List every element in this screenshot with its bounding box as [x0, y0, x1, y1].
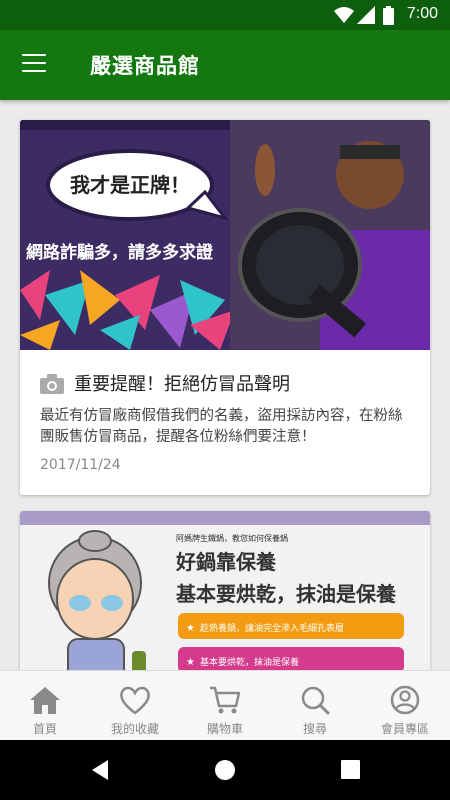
- battery-icon: [383, 6, 394, 25]
- nav-home[interactable]: 首頁: [0, 671, 90, 741]
- status-time: 7:00: [406, 5, 438, 22]
- post-title-row: 重要提醒！拒絕仿冒品聲明: [40, 370, 420, 400]
- nav-account[interactable]: 會員專區: [360, 671, 450, 741]
- system-navigation-bar: [0, 740, 450, 800]
- hamburger-menu-icon[interactable]: [22, 54, 46, 74]
- post-title: 重要提醒！拒絕仿冒品聲明: [74, 374, 290, 395]
- wifi-icon: [334, 7, 354, 23]
- app-bar: 嚴選商品館: [0, 30, 450, 100]
- nav-search[interactable]: 搜尋: [270, 671, 360, 741]
- post-description: 最近有仿冒廠商假借我們的名義，盜用採訪內容，在粉絲團販售仿冒商品，提醒各位粉絲們…: [40, 408, 403, 445]
- nav-cart[interactable]: 購物車: [180, 671, 270, 741]
- home-icon: [30, 687, 60, 714]
- nav-search-label: 搜尋: [302, 722, 327, 736]
- post-card[interactable]: 我才是正牌！ 網路詐騙多，請多多求證 重要提醒！拒絕仿冒品聲明 最近有仿冒廠商假…: [20, 120, 430, 495]
- banner-tip-2: 基本要烘乾，抹油是保養: [200, 656, 299, 668]
- banner-sub-text: 網路詐騙多，請多多求證: [26, 242, 214, 263]
- nav-favorites[interactable]: 我的收藏: [90, 671, 180, 741]
- banner-title-1: 好鍋靠保養: [175, 550, 277, 574]
- nav-cart-label: 購物車: [206, 722, 243, 736]
- heart-icon: [120, 686, 150, 715]
- post-card[interactable]: 阿媽牌生鐵鍋，教您如何保養鍋 好鍋靠保養 基本要烘乾，抹油是保養 ★ 趁熱養鍋，…: [20, 511, 430, 670]
- nav-account-label: 會員專區: [380, 722, 429, 736]
- post-banner-image[interactable]: 阿媽牌生鐵鍋，教您如何保養鍋 好鍋靠保養 基本要烘乾，抹油是保養 ★ 趁熱養鍋，…: [20, 511, 430, 670]
- home-circle-icon[interactable]: [214, 759, 236, 781]
- status-bar: 7:00: [0, 0, 450, 30]
- cart-icon: [210, 686, 241, 714]
- banner-graphic: 阿媽牌生鐵鍋，教您如何保養鍋 好鍋靠保養 基本要烘乾，抹油是保養 ★ 趁熱養鍋，…: [20, 511, 430, 670]
- nav-favorites-label: 我的收藏: [110, 722, 159, 736]
- search-icon: [301, 686, 330, 715]
- post-date: 2017/11/24: [40, 457, 121, 473]
- banner-title-2: 基本要烘乾，抹油是保養: [176, 582, 397, 606]
- app-title: 嚴選商品館: [90, 54, 200, 78]
- recents-icon[interactable]: [341, 760, 360, 779]
- signal-icon: [357, 6, 375, 24]
- banner-header-text: 阿媽牌生鐵鍋，教您如何保養鍋: [176, 533, 288, 543]
- camera-icon: [40, 374, 64, 394]
- banner-bubble-text: 我才是正牌！: [70, 173, 190, 197]
- svg-text:★: ★: [186, 657, 195, 668]
- bottom-navigation: 首頁 我的收藏 購物車 搜尋 會員專區: [0, 670, 450, 741]
- nav-home-label: 首頁: [32, 722, 57, 736]
- banner-tip-1: 趁熱養鍋，讓油完全滲入毛細孔表層: [200, 622, 344, 634]
- account-icon: [390, 685, 420, 715]
- post-banner-image[interactable]: 我才是正牌！ 網路詐騙多，請多多求證: [20, 120, 430, 350]
- back-icon[interactable]: [90, 759, 110, 781]
- banner-graphic: 我才是正牌！ 網路詐騙多，請多多求證: [20, 120, 430, 350]
- svg-text:★: ★: [186, 623, 195, 634]
- post-feed[interactable]: 我才是正牌！ 網路詐騙多，請多多求證 重要提醒！拒絕仿冒品聲明 最近有仿冒廠商假…: [0, 100, 450, 670]
